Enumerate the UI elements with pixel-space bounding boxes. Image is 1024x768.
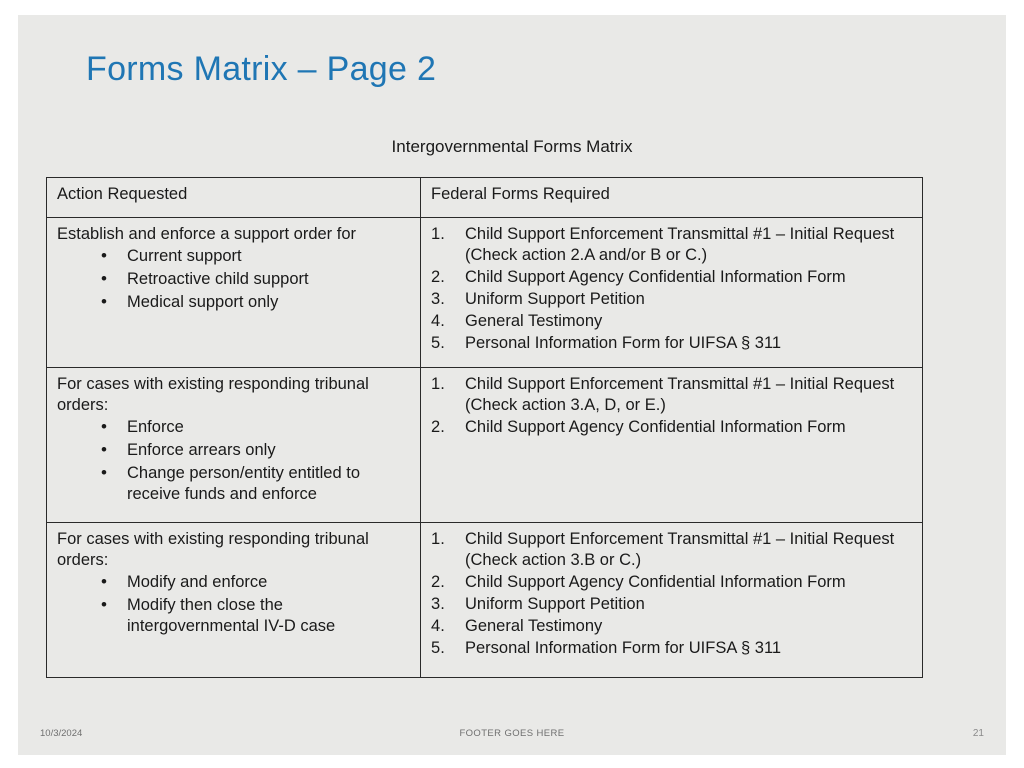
list-item: Personal Information Form for UIFSA § 31…	[431, 638, 914, 659]
action-lead-text: For cases with existing responding tribu…	[57, 530, 369, 569]
form-name: Child Support Agency Confidential Inform…	[465, 572, 846, 591]
action-bullet-list: Modify and enforce Modify then close the…	[57, 571, 412, 637]
form-name: Child Support Agency Confidential Inform…	[465, 267, 846, 286]
list-item: Current support	[101, 245, 412, 267]
column-header-federal-forms-required: Federal Forms Required	[420, 177, 923, 218]
form-name: General Testimony	[465, 311, 603, 330]
federal-forms-cell: Child Support Enforcement Transmittal #1…	[420, 522, 923, 678]
form-name: Personal Information Form for UIFSA § 31…	[465, 638, 782, 657]
federal-forms-cell: Child Support Enforcement Transmittal #1…	[420, 367, 923, 523]
slide-canvas: Forms Matrix – Page 2 Intergovernmental …	[18, 15, 1006, 755]
form-name: Child Support Enforcement Transmittal #1…	[465, 225, 895, 243]
list-item: Retroactive child support	[101, 268, 412, 290]
list-item: Child Support Agency Confidential Inform…	[431, 572, 914, 593]
list-item: Change person/entity entitled to receive…	[101, 462, 412, 505]
federal-forms-cell: Child Support Enforcement Transmittal #1…	[420, 217, 923, 368]
list-item: Medical support only	[101, 291, 412, 313]
list-item: Personal Information Form for UIFSA § 31…	[431, 333, 914, 354]
form-name: Child Support Enforcement Transmittal #1…	[465, 375, 895, 393]
list-item: General Testimony	[431, 616, 914, 637]
forms-numbered-list: Child Support Enforcement Transmittal #1…	[431, 374, 914, 438]
column-header-action-requested: Action Requested	[46, 177, 421, 218]
form-check-action: (Check action 3.A, D, or E.)	[465, 395, 666, 414]
action-requested-cell: For cases with existing responding tribu…	[46, 522, 421, 678]
list-item: Child Support Enforcement Transmittal #1…	[431, 374, 914, 416]
action-lead-text: For cases with existing responding tribu…	[57, 375, 369, 414]
list-item: Enforce arrears only	[101, 439, 412, 461]
form-check-action: (Check action 2.A and/or B or C.)	[465, 245, 708, 264]
form-name: Child Support Agency Confidential Inform…	[465, 417, 846, 436]
table-row: Establish and enforce a support order fo…	[46, 217, 923, 368]
form-name: Uniform Support Petition	[465, 594, 645, 613]
list-item: Child Support Agency Confidential Inform…	[431, 417, 914, 438]
list-item: Child Support Enforcement Transmittal #1…	[431, 224, 914, 266]
matrix-caption: Intergovernmental Forms Matrix	[391, 137, 633, 156]
action-bullet-list: Current support Retroactive child suppor…	[57, 245, 412, 313]
page-title: Forms Matrix – Page 2	[86, 50, 437, 88]
action-requested-cell: For cases with existing responding tribu…	[46, 367, 421, 523]
form-name: Personal Information Form for UIFSA § 31…	[465, 333, 782, 352]
form-check-action: (Check action 3.B or C.)	[465, 550, 642, 569]
list-item: Modify and enforce	[101, 571, 412, 593]
table-row: For cases with existing responding tribu…	[46, 367, 923, 523]
slide-footer: 10/3/2024 FOOTER GOES HERE 21	[18, 719, 1006, 755]
form-name: General Testimony	[465, 616, 603, 635]
list-item: Child Support Enforcement Transmittal #1…	[431, 529, 914, 571]
table-row: For cases with existing responding tribu…	[46, 522, 923, 678]
action-requested-cell: Establish and enforce a support order fo…	[46, 217, 421, 368]
action-bullet-list: Enforce Enforce arrears only Change pers…	[57, 416, 412, 505]
form-name: Uniform Support Petition	[465, 289, 645, 308]
footer-text: FOOTER GOES HERE	[459, 728, 565, 739]
list-item: Modify then close the intergovernmental …	[101, 594, 412, 637]
action-lead-text: Establish and enforce a support order fo…	[57, 225, 357, 243]
forms-numbered-list: Child Support Enforcement Transmittal #1…	[431, 529, 914, 659]
forms-matrix-table: Action Requested Federal Forms Required …	[46, 177, 923, 678]
list-item: Uniform Support Petition	[431, 594, 914, 615]
form-name: Child Support Enforcement Transmittal #1…	[465, 530, 895, 548]
list-item: Enforce	[101, 416, 412, 438]
list-item: Child Support Agency Confidential Inform…	[431, 267, 914, 288]
slide-number: 21	[972, 728, 984, 739]
table-header-row: Action Requested Federal Forms Required	[46, 177, 923, 218]
forms-numbered-list: Child Support Enforcement Transmittal #1…	[431, 224, 914, 354]
list-item: Uniform Support Petition	[431, 289, 914, 310]
list-item: General Testimony	[431, 311, 914, 332]
